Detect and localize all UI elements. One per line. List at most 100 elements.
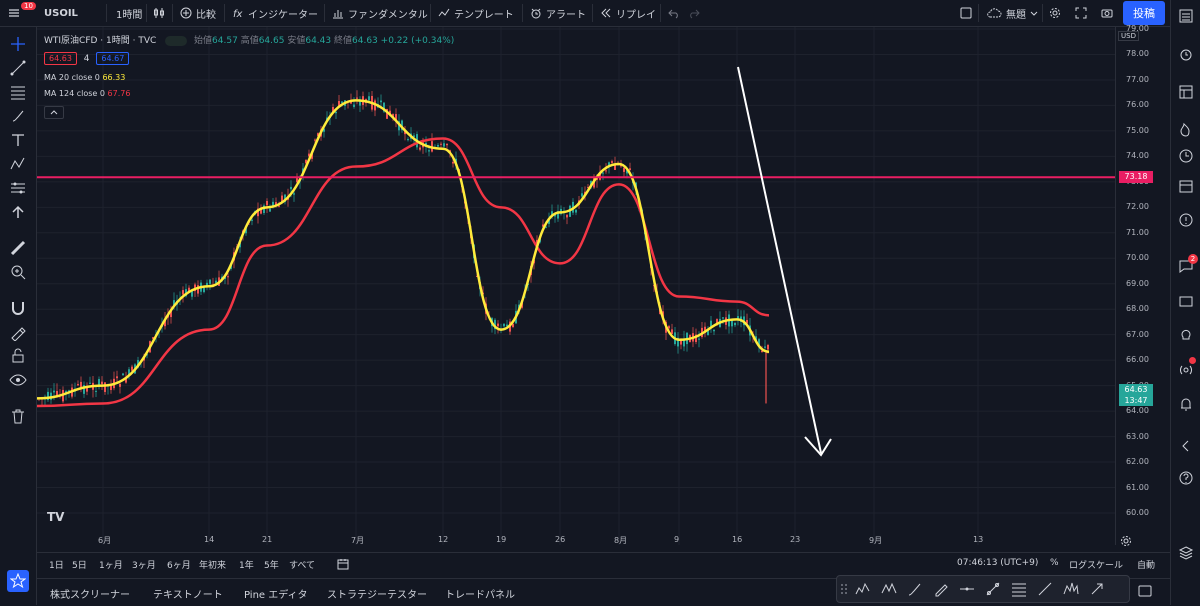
lock-icon[interactable] <box>9 347 27 365</box>
pencil-icon[interactable] <box>933 581 949 597</box>
log-scale-toggle[interactable]: ログスケール <box>1069 558 1123 571</box>
collapse-legend-button[interactable] <box>44 106 64 119</box>
bottom-panel-tab[interactable]: ストラテジーテスター <box>327 586 427 601</box>
trash-icon[interactable] <box>9 407 27 425</box>
ma124-legend[interactable]: MA 124 close 0 67.76 <box>44 89 130 98</box>
undo-button[interactable] <box>668 0 680 26</box>
candle-body <box>95 390 97 392</box>
maximize-panel-button[interactable] <box>1138 582 1152 601</box>
layout-select-button[interactable] <box>960 0 972 26</box>
auto-scale-toggle[interactable]: 自動 <box>1137 558 1155 571</box>
arrow-marker-icon[interactable] <box>1089 581 1105 597</box>
eye-icon[interactable] <box>9 371 27 389</box>
goto-date-button[interactable] <box>337 558 349 573</box>
ruler-icon[interactable] <box>9 239 27 257</box>
trend-line-icon[interactable] <box>9 59 27 77</box>
brush-icon[interactable] <box>9 107 27 125</box>
market-status-toggle[interactable] <box>165 35 188 46</box>
bottom-panel-tab[interactable]: トレードパネル <box>445 586 515 601</box>
fullscreen-button[interactable] <box>1075 0 1087 26</box>
range-button[interactable]: 3ヶ月 <box>132 558 156 571</box>
clock-icon[interactable] <box>1178 148 1194 164</box>
bottom-panel-tab[interactable]: Pine エディタ <box>244 586 308 601</box>
axis-settings-button[interactable] <box>1120 532 1132 551</box>
legend-title[interactable]: WTI原油CFD · 1時間 · TVC <box>44 36 156 46</box>
candle-body <box>89 382 91 384</box>
fib-retracement-icon[interactable] <box>9 83 27 101</box>
candle-body <box>443 143 445 147</box>
help-icon[interactable] <box>1178 470 1194 486</box>
drag-handle-icon[interactable] <box>840 581 848 597</box>
time-tick-label: 13 <box>973 535 984 544</box>
symbol-search[interactable]: USOIL <box>44 0 78 26</box>
snapshot-button[interactable] <box>1101 0 1113 26</box>
price-tick-label: 62.00 <box>1126 457 1149 467</box>
streams-icon[interactable] <box>1178 294 1194 310</box>
main-menu-button[interactable] <box>8 0 20 26</box>
fullscreen-icon <box>1075 7 1087 19</box>
hotlist-icon[interactable] <box>1178 122 1194 138</box>
bar-countdown: 13:47 <box>1124 396 1148 406</box>
pattern-icon[interactable] <box>9 155 27 173</box>
replay-button[interactable]: リプレイ <box>600 0 656 26</box>
candle-body <box>764 346 766 348</box>
head-shoulders-icon[interactable] <box>1063 581 1079 597</box>
magnet-icon[interactable] <box>9 299 27 317</box>
price-tick-label: 74.00 <box>1126 151 1149 161</box>
range-button[interactable]: すべて <box>289 558 315 571</box>
range-button[interactable]: 5年 <box>264 558 279 571</box>
alarm-clock-icon[interactable] <box>1178 46 1194 62</box>
range-button[interactable]: 年初来 <box>199 558 226 571</box>
range-button[interactable]: 1年 <box>239 558 254 571</box>
xabcd-pattern-icon[interactable] <box>881 581 897 597</box>
lightbulb-icon[interactable] <box>1178 326 1194 342</box>
layers-icon[interactable] <box>1178 545 1194 561</box>
zoom-in-icon[interactable] <box>9 263 27 281</box>
crosshair-icon[interactable] <box>9 35 27 53</box>
line-icon[interactable] <box>1037 581 1053 597</box>
bar-style-button[interactable] <box>153 0 165 26</box>
settings-button[interactable] <box>1049 0 1061 26</box>
percent-scale-toggle[interactable]: % <box>1050 558 1059 568</box>
fundamentals-button[interactable]: ファンダメンタル <box>332 0 428 26</box>
range-button[interactable]: 1日 <box>49 558 64 571</box>
interval-button[interactable]: 1時間 <box>116 0 142 26</box>
save-layout-button[interactable]: 無題 <box>986 0 1038 26</box>
price-tick-label: 61.00 <box>1126 482 1149 492</box>
data-window-icon[interactable] <box>1178 84 1194 100</box>
prediction-icon[interactable] <box>9 179 27 197</box>
text-tool-icon[interactable] <box>9 131 27 149</box>
elliott-wave-icon[interactable] <box>855 581 871 597</box>
change-value: +0.22 (+0.34%) <box>380 36 455 46</box>
ideas-icon[interactable] <box>1178 212 1194 228</box>
templates-button[interactable]: テンプレート <box>438 0 514 26</box>
bid-price[interactable]: 64.63 <box>44 52 77 65</box>
range-button[interactable]: 6ヶ月 <box>167 558 191 571</box>
bell-icon[interactable] <box>1178 396 1194 412</box>
trend-line-icon[interactable] <box>985 581 1001 597</box>
stay-drawing-icon[interactable] <box>9 323 27 341</box>
fib-retracement-icon[interactable] <box>1011 581 1027 597</box>
watchlist-star-button[interactable] <box>7 570 29 592</box>
ask-price[interactable]: 64.67 <box>96 52 130 65</box>
alert-button[interactable]: アラート <box>530 0 586 26</box>
compare-button[interactable]: 比較 <box>180 0 216 26</box>
brush-icon[interactable] <box>907 581 923 597</box>
broadcast-icon[interactable] <box>1178 362 1194 378</box>
price-axis[interactable]: USD 79.0078.0077.0076.0075.0074.0073.007… <box>1115 24 1164 545</box>
bottom-panel-tab[interactable]: 株式スクリーナー <box>50 586 130 601</box>
redo-button[interactable] <box>688 0 700 26</box>
watchlist-icon[interactable] <box>1178 8 1194 24</box>
indicators-button[interactable]: fx インジケーター <box>232 0 318 26</box>
range-button[interactable]: 5日 <box>72 558 87 571</box>
price-chart[interactable]: TV <box>37 27 1115 545</box>
clock-timezone[interactable]: 07:46:13 (UTC+9) <box>957 558 1038 568</box>
chevron-left-icon[interactable] <box>1178 438 1194 454</box>
arrow-up-icon[interactable] <box>9 203 27 221</box>
horizontal-ray-icon[interactable] <box>959 581 975 597</box>
bottom-panel-tab[interactable]: テキストノート <box>153 586 223 601</box>
calendar-icon[interactable] <box>1178 178 1194 194</box>
range-button[interactable]: 1ヶ月 <box>99 558 123 571</box>
ma20-legend[interactable]: MA 20 close 0 66.33 <box>44 73 125 82</box>
publish-button[interactable]: 投稿 <box>1123 1 1165 25</box>
